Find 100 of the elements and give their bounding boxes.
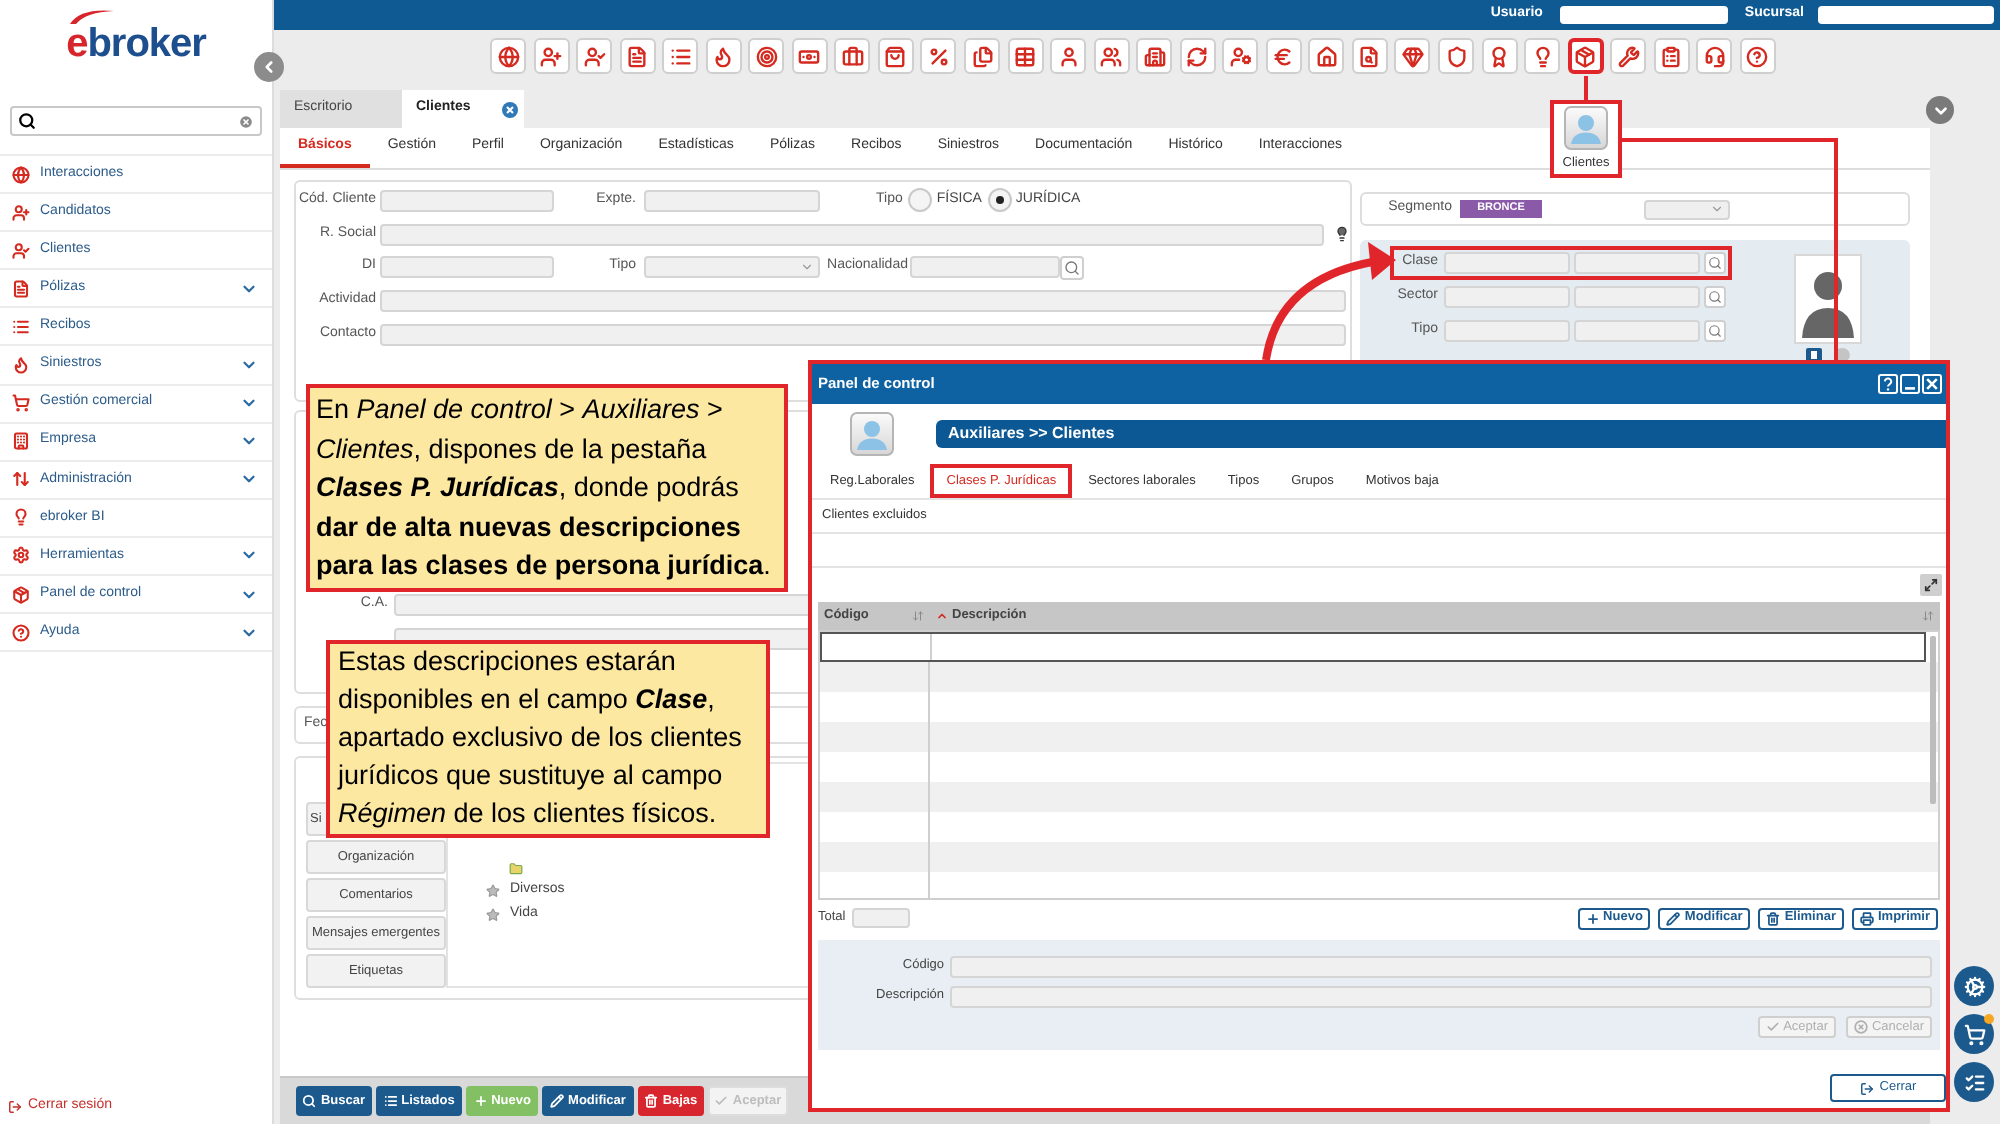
list-icon [12,317,30,336]
section-banner: Auxiliares >> Clientes [936,420,1946,448]
exit-icon [8,1099,22,1113]
banknote-icon [798,45,821,67]
user-plus-icon [540,45,563,67]
user-avatar-icon [1564,106,1608,150]
document-icon [12,279,30,298]
search-button[interactable] [1704,286,1726,308]
search-field[interactable] [10,106,262,136]
user-icon [1057,45,1080,67]
input-field[interactable] [1574,252,1700,274]
star-icon [486,884,500,898]
branch-field[interactable] [1818,6,1994,24]
callout-note: En Panel de control > Auxiliares > Clientes, dispones de la pestaña Clases P. Jurídicas, donde podrás dar de alta nuevas descripciones para las clases de persona jurídica. [306,384,788,592]
files-icon [971,45,994,67]
toolbar-button[interactable] [1567,38,1604,74]
input-field[interactable] [1444,286,1570,308]
input-field[interactable] [950,956,1932,978]
help-icon [1746,45,1769,67]
input-field[interactable] [380,289,1346,312]
total-field[interactable] [851,908,910,928]
user-check-icon [583,45,606,67]
search-icon [1708,324,1722,338]
callout-note: Estas descripciones estarán disponibles en el campo Clase, apartado exclusivo de los clientes jurídicos que sustituye al campo Régimen de los clientes físicos. [326,640,770,838]
table-icon [1014,45,1037,67]
lightbulb-icon [1334,224,1350,245]
help-button[interactable] [1878,374,1898,394]
globe-icon [497,45,519,67]
user-plus-icon [12,203,30,222]
search-icon [302,1094,317,1108]
building-icon [1143,45,1166,67]
percent-icon [927,45,950,67]
settings-button[interactable] [1954,966,1994,1006]
checklist-icon [1963,1071,1985,1093]
cancel-icon [1853,1020,1868,1034]
input-field[interactable] [1444,320,1570,342]
plus-icon [473,1094,488,1108]
search-button[interactable] [1060,255,1084,280]
trash-icon [1766,911,1781,925]
shield-icon [1445,45,1468,67]
radio-button[interactable] [908,188,933,213]
check-icon [714,1094,729,1108]
user-field[interactable] [1560,6,1729,24]
input-field[interactable] [910,256,1060,279]
chevron-button[interactable] [1926,96,1954,124]
building-icon [12,432,30,451]
sort-ascending-icon [936,610,948,622]
house-icon [1315,45,1338,67]
close-icon[interactable] [502,101,518,117]
check-icon [1765,1020,1780,1034]
refresh-icon [1186,45,1209,67]
logo: ebroker [66,24,206,64]
folder-icon [508,862,524,876]
euro-icon [1272,45,1295,67]
user-check-icon [12,241,30,260]
input-field[interactable] [380,223,1324,246]
globe-icon [12,165,30,184]
chevron-down-icon [1710,202,1724,216]
select-field[interactable] [644,256,820,279]
avatar-silhouette-icon [1794,254,1862,344]
list-icon [669,45,692,67]
clear-icon[interactable] [238,113,254,129]
gem-icon [1401,45,1424,67]
search-button[interactable] [1704,320,1726,342]
wrench-icon [1617,45,1640,67]
select-field[interactable] [1644,199,1730,219]
scrollbar[interactable] [1930,636,1936,804]
cart-button[interactable] [1954,1014,1994,1054]
gear-icon [1963,975,1985,997]
input-field[interactable] [380,256,554,279]
help-icon [12,623,30,642]
box-icon [1574,45,1597,67]
search-icon [1708,256,1722,270]
input-field[interactable] [380,323,1346,346]
input-field[interactable] [644,189,820,212]
chevron-down-icon [1931,101,1949,119]
gear-icon [12,546,30,565]
input-field[interactable] [1574,320,1700,342]
close-button[interactable] [1922,374,1942,394]
exit-icon [1859,1081,1874,1095]
input-field[interactable] [950,986,1932,1008]
users-icon [1100,45,1123,67]
input-field[interactable] [1574,286,1700,308]
minimize-button[interactable] [1900,374,1920,394]
collapse-button[interactable] [254,52,284,82]
flame-icon [712,45,735,67]
radio-button[interactable] [987,188,1012,213]
search-button[interactable] [1704,252,1726,274]
cart-icon [1963,1023,1985,1045]
expand-button[interactable] [1920,574,1942,596]
input-field[interactable] [380,189,554,212]
box-icon [12,585,30,604]
arrows-icon [12,470,30,489]
pencil-icon [550,1094,565,1108]
checklist-button[interactable] [1954,1062,1994,1102]
briefcase-icon [841,45,864,67]
input-field[interactable] [1444,252,1570,274]
table-row[interactable] [820,632,1926,662]
user-gear-icon [1229,45,1252,67]
trash-icon [644,1094,659,1108]
